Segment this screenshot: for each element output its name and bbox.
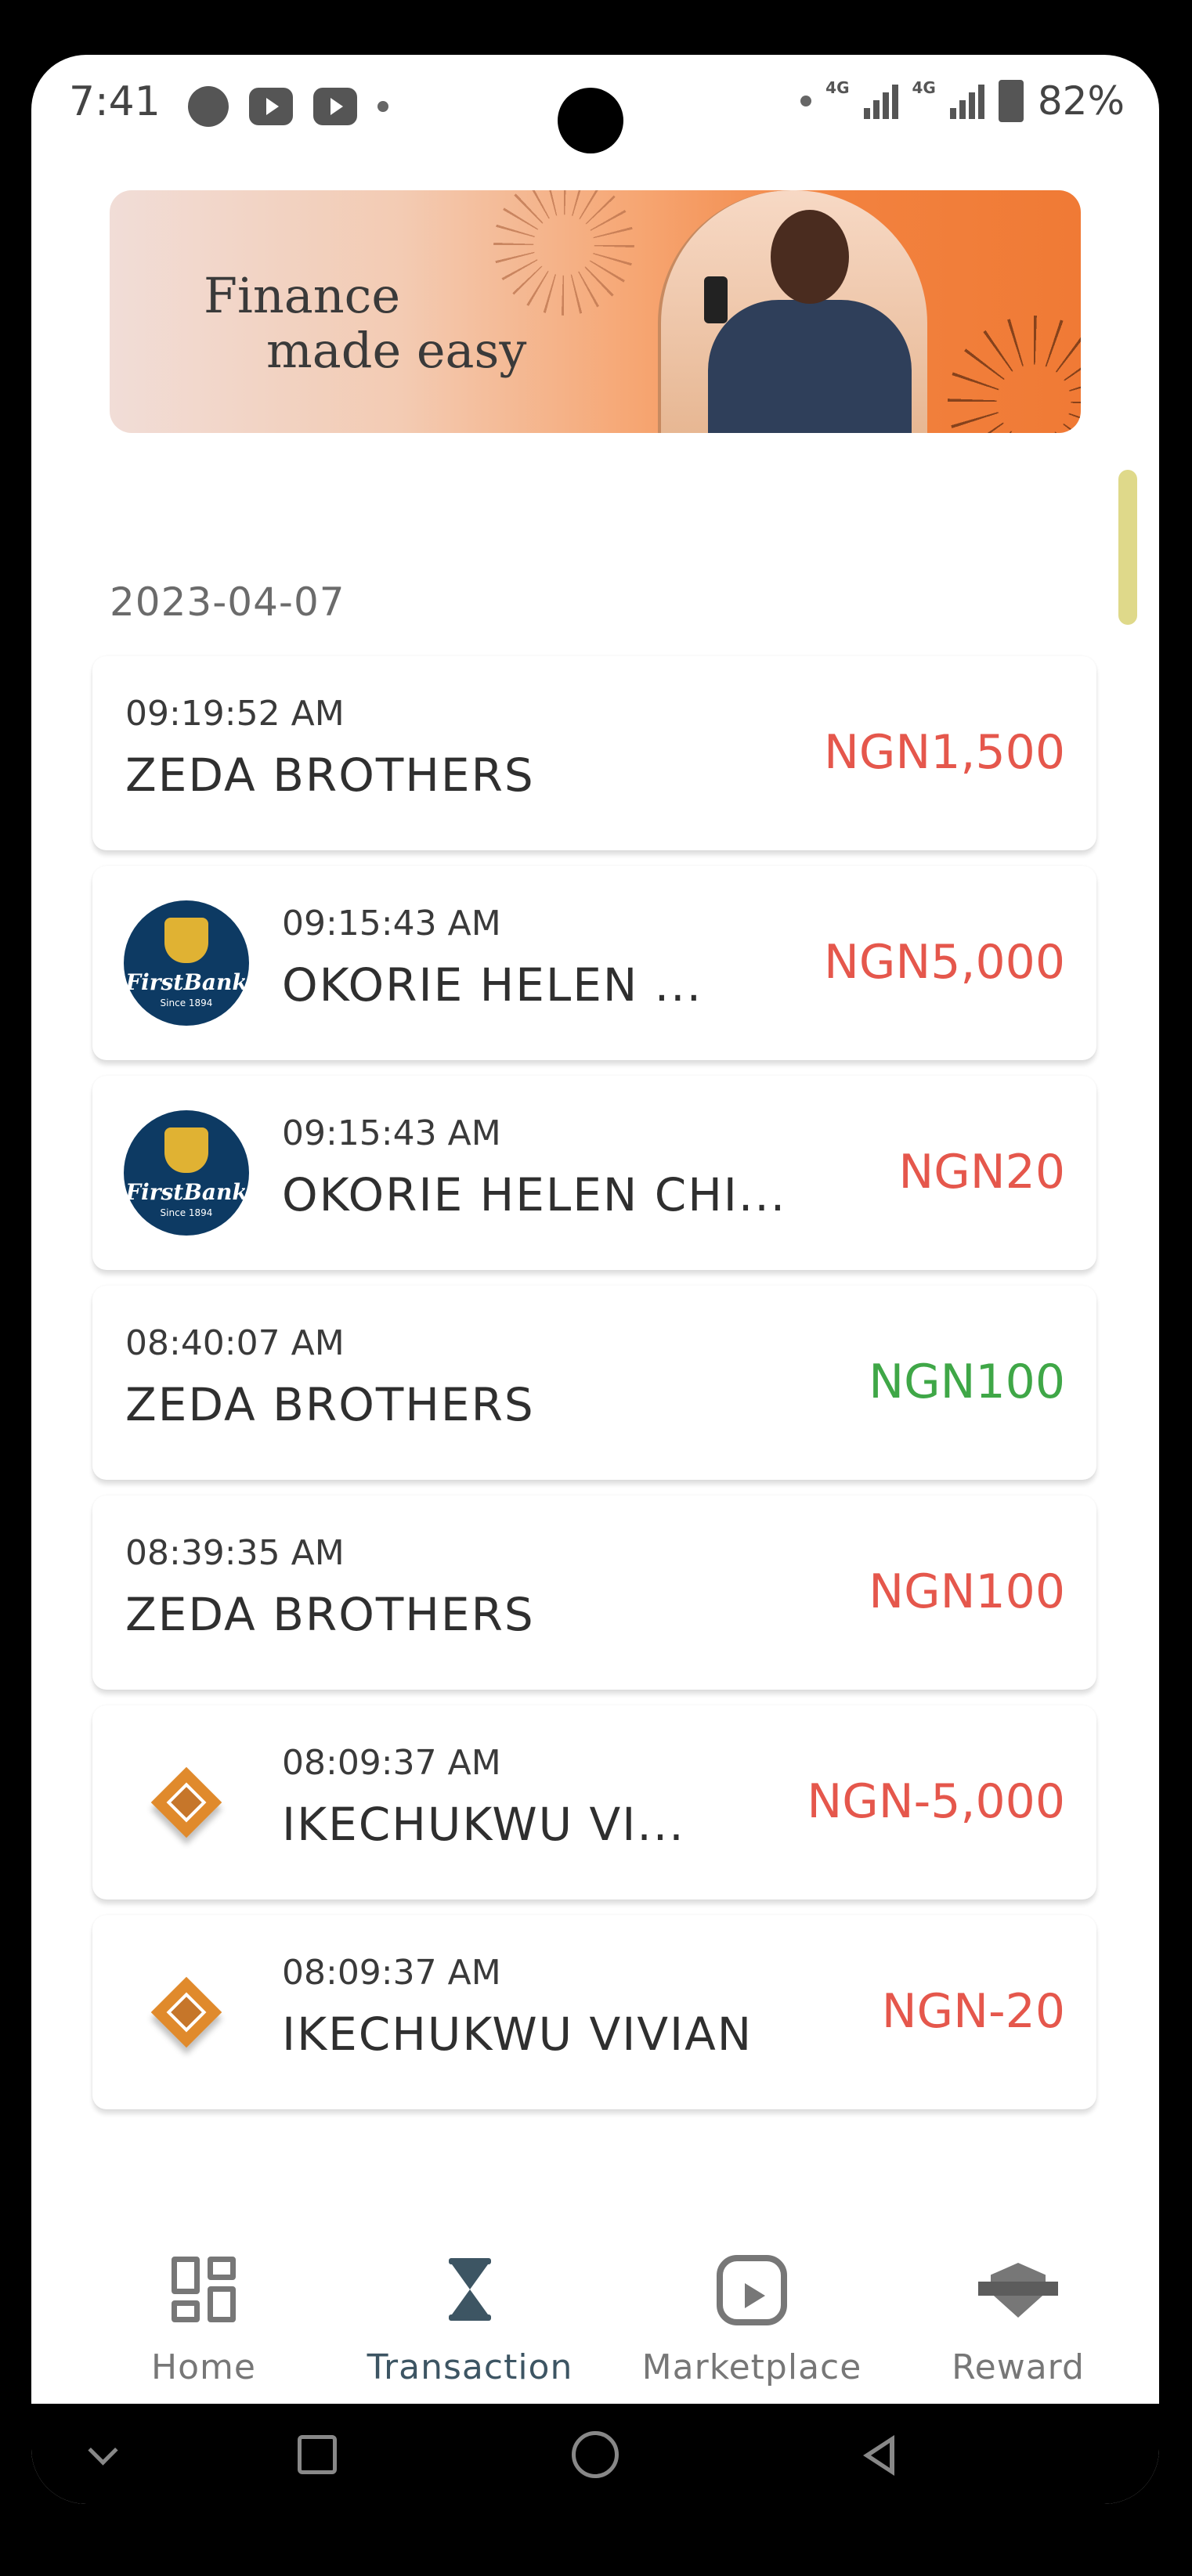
banner-headline: Finance made easy [204, 269, 526, 378]
grid-cell [172, 2257, 200, 2294]
transaction-amount: NGN-20 [881, 1984, 1065, 2039]
transaction-row[interactable]: 08:39:35 AM ZEDA BROTHERS NGN100 [92, 1495, 1096, 1690]
elephant-emblem-icon [164, 918, 208, 963]
transaction-time: 08:09:37 AM [282, 1743, 501, 1783]
transaction-row[interactable]: 08:40:07 AM ZEDA BROTHERS NGN100 [92, 1286, 1096, 1480]
status-time: 7:41 [69, 78, 161, 125]
date-header: 2023-04-07 [110, 579, 345, 625]
person-body [708, 300, 912, 433]
transaction-row[interactable]: 09:19:52 AM ZEDA BROTHERS NGN1,500 [92, 656, 1096, 850]
nav-home[interactable]: Home [86, 2255, 321, 2387]
hourglass-icon [435, 2255, 505, 2325]
diamond-logo-icon [124, 1950, 249, 2075]
firstbank-logo-text: FirstBank [125, 1179, 247, 1205]
app-notification-icon [188, 86, 229, 127]
banner-line-1: Finance [204, 267, 401, 324]
nav-reward-label: Reward [952, 2347, 1085, 2387]
grid-cell [208, 2286, 236, 2322]
hourglass-shape [449, 2258, 491, 2321]
banner-person-image [658, 190, 927, 433]
youtube-icon [313, 88, 357, 125]
transaction-name: IKECHUKWU VI... [282, 1798, 685, 1851]
transaction-amount: NGN-5,000 [807, 1774, 1065, 1829]
diamond-logo-icon [124, 1740, 249, 1865]
promo-banner[interactable]: Finance made easy [110, 190, 1081, 433]
firstbank-logo-icon: FirstBank Since 1894 [124, 900, 249, 1026]
phone-screen: 7:41 4G 4G 82% Finance made easy 2023-04… [31, 55, 1159, 2504]
transaction-name: ZEDA BROTHERS [125, 749, 535, 802]
system-navigation-bar [31, 2404, 1159, 2504]
recent-apps-icon[interactable] [290, 2427, 345, 2482]
phone-image [704, 276, 728, 323]
network-type-1: 4G [825, 78, 850, 97]
play-triangle [745, 2283, 765, 2308]
system-status: 4G 4G 82% [800, 78, 1125, 124]
transaction-name: OKORIE HELEN CHI... [282, 1168, 787, 1221]
signal-icon [949, 83, 984, 119]
transaction-time: 08:40:07 AM [125, 1323, 345, 1363]
notification-icons [188, 86, 388, 127]
hourglass-top-bar [449, 2258, 491, 2264]
nav-marketplace[interactable]: Marketplace [634, 2255, 869, 2387]
youtube-icon [249, 88, 293, 125]
transaction-time: 09:15:43 AM [282, 904, 501, 943]
sunburst-decoration [948, 316, 1081, 433]
transaction-time: 09:19:52 AM [125, 694, 345, 734]
hourglass-top [452, 2264, 488, 2289]
nav-reward[interactable]: Reward [901, 2255, 1136, 2387]
nav-marketplace-label: Marketplace [641, 2347, 862, 2387]
play-icon [717, 2255, 787, 2325]
transaction-time: 09:15:43 AM [282, 1113, 501, 1153]
home-circle-icon[interactable] [568, 2427, 623, 2482]
transaction-row[interactable]: 08:09:37 AM IKECHUKWU VI... NGN-5,000 [92, 1705, 1096, 1900]
battery-icon [998, 80, 1024, 122]
status-bar: 7:41 4G 4G 82% [31, 55, 1159, 157]
transaction-row[interactable]: FirstBank Since 1894 09:15:43 AM OKORIE … [92, 1076, 1096, 1270]
transaction-amount: NGN5,000 [823, 935, 1065, 990]
transaction-name: IKECHUKWU VIVIAN [282, 2008, 753, 2061]
elephant-emblem-icon [164, 1127, 208, 1173]
chevron-down-icon[interactable] [78, 2427, 133, 2482]
firstbank-logo-since: Since 1894 [160, 998, 213, 1008]
dot-icon [800, 96, 812, 106]
grid-cell [208, 2257, 236, 2280]
hourglass-bottom-bar [449, 2314, 491, 2321]
back-icon[interactable] [854, 2427, 908, 2482]
hourglass-bottom [452, 2289, 488, 2314]
signal-icon [863, 83, 898, 119]
bottom-navigation: Home Transaction Marketplace Reward [31, 2169, 1159, 2404]
transaction-time: 08:09:37 AM [282, 1953, 501, 1993]
nav-transaction-label: Transaction [367, 2347, 573, 2387]
firstbank-logo-text: FirstBank [125, 969, 247, 995]
transaction-amount: NGN1,500 [823, 725, 1065, 780]
person-head [771, 210, 849, 304]
transaction-row[interactable]: FirstBank Since 1894 09:15:43 AM OKORIE … [92, 866, 1096, 1060]
nav-transaction[interactable]: Transaction [352, 2255, 587, 2387]
firstbank-logo-since: Since 1894 [160, 1207, 213, 1218]
banner-line-2: made easy [266, 322, 527, 379]
reward-band [978, 2282, 1058, 2296]
more-dot-icon [377, 101, 388, 112]
grid-icon [168, 2255, 239, 2325]
transaction-time: 08:39:35 AM [125, 1533, 345, 1573]
front-camera [558, 88, 623, 153]
battery-percent: 82% [1037, 78, 1125, 124]
transaction-row[interactable]: 08:09:37 AM IKECHUKWU VIVIAN NGN-20 [92, 1915, 1096, 2109]
reward-icon [978, 2255, 1058, 2325]
grid-cell [172, 2300, 200, 2322]
network-type-2: 4G [912, 78, 936, 97]
nav-home-label: Home [151, 2347, 256, 2387]
transaction-name: OKORIE HELEN ... [282, 958, 703, 1012]
transaction-amount: NGN100 [869, 1355, 1065, 1409]
scrollbar-thumb[interactable] [1118, 470, 1137, 625]
transaction-name: ZEDA BROTHERS [125, 1378, 535, 1431]
transaction-amount: NGN20 [898, 1145, 1065, 1200]
transaction-name: ZEDA BROTHERS [125, 1588, 535, 1641]
firstbank-logo-icon: FirstBank Since 1894 [124, 1110, 249, 1236]
transaction-amount: NGN100 [869, 1564, 1065, 1619]
